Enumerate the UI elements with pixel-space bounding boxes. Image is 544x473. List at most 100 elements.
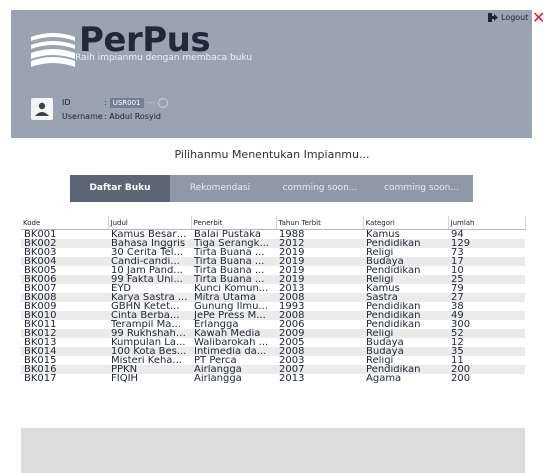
table-cell: Candi-candi...: [108, 257, 191, 266]
table-row[interactable]: BK007 EYD Kunci Komun... 2013 Kamus 79: [21, 284, 525, 293]
table-cell: 10 Jam Pand...: [108, 266, 191, 275]
user-icon: [31, 98, 53, 120]
id-label: ID: [62, 98, 71, 107]
table-row[interactable]: BK005 10 Jam Pand... Tirta Buana ... 2019 Pe…: [21, 266, 525, 275]
table-row[interactable]: BK012 99 Rukhshah ... Kawah Media 2009 Relig…: [21, 329, 525, 338]
table-cell: 12: [448, 338, 525, 347]
table-cell: Terampil Ma...: [108, 320, 191, 329]
table-cell: BK009: [21, 302, 108, 311]
table-cell: Intimedia da...: [191, 347, 276, 356]
table-cell: GBHN Ketet...: [108, 302, 191, 311]
table-cell: 11: [448, 356, 525, 365]
table-empty-area: [21, 428, 525, 473]
table-cell: Pendidikan: [363, 266, 448, 275]
table-cell: 73: [448, 248, 525, 257]
column-header-jumlah[interactable]: Jumlah: [448, 216, 526, 230]
eye-icon[interactable]: [158, 98, 169, 108]
table-cell: Kawah Media: [191, 329, 276, 338]
table-cell: BK006: [21, 275, 108, 284]
table-cell: 2008: [276, 311, 363, 320]
table-cell: Gunung Ilmu...: [191, 302, 276, 311]
table-cell: Misteri Keha...: [108, 356, 191, 365]
table-cell: Karya Sastra ...: [108, 293, 191, 302]
books-icon: [31, 33, 75, 67]
table-cell: 49: [448, 311, 525, 320]
table-cell: BK010: [21, 311, 108, 320]
table-cell: Budaya: [363, 347, 448, 356]
table-cell: Sastra: [363, 293, 448, 302]
tab-rekomendasi[interactable]: Rekomendasi: [170, 175, 270, 202]
table-cell: BK007: [21, 284, 108, 293]
table-cell: Tirta Buana ...: [191, 275, 276, 284]
table-cell: 27: [448, 293, 525, 302]
header-banner: PerPus Raih impianmu dengan membaca buku…: [11, 10, 544, 138]
table-row[interactable]: BK016 PPKN Airlangga 2007 Pendidikan 200: [21, 365, 525, 374]
table-row[interactable]: BK010 Cinta Berba... JePe Press M... 2008 Pe…: [21, 311, 525, 320]
table-cell: 2013: [276, 284, 363, 293]
table-row[interactable]: BK006 99 Fakta Uni... Tirta Buana ... 2019 R…: [21, 275, 525, 284]
tab-coming-soon-2[interactable]: comming soon...: [370, 175, 473, 202]
table-row[interactable]: BK002 Bahasa Inggris Tiga Serangk... 2012 Pe…: [21, 239, 525, 248]
table-cell: BK008: [21, 293, 108, 302]
table-row[interactable]: BK009 GBHN Ketet... Gunung Ilmu... 1993 Pend…: [21, 302, 525, 311]
column-header-tahun-terbit[interactable]: Tahun Terbit: [276, 216, 364, 230]
table-cell: Kamus: [363, 284, 448, 293]
table-cell: Agama: [363, 374, 448, 383]
table-cell: 94: [448, 229, 525, 239]
table-cell: BK015: [21, 356, 108, 365]
table-cell: 52: [448, 329, 525, 338]
table-cell: BK016: [21, 365, 108, 374]
table-cell: BK001: [21, 229, 108, 239]
table-cell: 79: [448, 284, 525, 293]
table-row[interactable]: BK011 Terampil Ma... Erlangga 2006 Pendidika…: [21, 320, 525, 329]
table-cell: Religi: [363, 248, 448, 257]
table-cell: 200: [448, 374, 525, 383]
column-header-judul[interactable]: Judul: [108, 216, 192, 230]
table-row[interactable]: BK001 Kamus Besar ... Balai Pustaka 1988 Kam…: [21, 229, 525, 239]
table-cell: Pendidikan: [363, 365, 448, 374]
table-cell: PPKN: [108, 365, 191, 374]
table-cell: Tiga Serangk...: [191, 239, 276, 248]
table-cell: 2007: [276, 365, 363, 374]
tagline: Pilihanmu Menentukan Impianmu...: [174, 148, 370, 161]
table-row[interactable]: BK017 FIQIH Airlangga 2013 Agama 200: [21, 374, 525, 383]
table-row[interactable]: BK008 Karya Sastra ... Mitra Utama 2008 Sast…: [21, 293, 525, 302]
table-row[interactable]: BK004 Candi-candi... Tirta Buana ... 2019 Bu…: [21, 257, 525, 266]
column-header-penerbit[interactable]: Penerbit: [191, 216, 277, 230]
table-cell: Bahasa Inggris: [108, 239, 191, 248]
table-row[interactable]: BK003 30 Cerita Tel... Tirta Buana ... 2019…: [21, 248, 525, 257]
table-cell: Budaya: [363, 338, 448, 347]
tab-daftar-buku[interactable]: Daftar Buku: [70, 175, 170, 202]
table-cell: Erlangga: [191, 320, 276, 329]
table-cell: BK003: [21, 248, 108, 257]
user-info: ID : USR001 --- Username : Abdul Rosyid: [62, 96, 169, 124]
column-header-kategori[interactable]: Kategori: [363, 216, 449, 230]
table-row[interactable]: BK014 100 Kota Bes... Intimedia da... 2008 B…: [21, 347, 525, 356]
table-cell: Walibarokah ...: [191, 338, 276, 347]
table-cell: 2013: [276, 374, 363, 383]
table-cell: 17: [448, 257, 525, 266]
column-header-kode[interactable]: Kode: [21, 216, 109, 230]
table-cell: 1993: [276, 302, 363, 311]
table-cell: Airlangga: [191, 374, 276, 383]
logout-button[interactable]: Logout: [488, 13, 528, 22]
table-cell: 30 Cerita Tel...: [108, 248, 191, 257]
id-value: USR001: [109, 98, 144, 108]
table-cell: Pendidikan: [363, 239, 448, 248]
table-row[interactable]: BK015 Misteri Keha... PT Perca 2003 Religi 11: [21, 356, 525, 365]
table-cell: BK014: [21, 347, 108, 356]
close-icon[interactable]: ✕: [532, 10, 544, 26]
table-cell: Religi: [363, 329, 448, 338]
table-cell: 2006: [276, 320, 363, 329]
table-cell: Tirta Buana ...: [191, 257, 276, 266]
table-row[interactable]: BK013 Kumpulan La... Walibarokah ... 2005 Bu…: [21, 338, 525, 347]
logout-icon: [488, 13, 498, 22]
table-cell: Budaya: [363, 257, 448, 266]
table-cell: Tirta Buana ...: [191, 248, 276, 257]
table-cell: JePe Press M...: [191, 311, 276, 320]
table-cell: BK005: [21, 266, 108, 275]
table-cell: 2019: [276, 275, 363, 284]
username-label: Username: [62, 112, 103, 121]
tab-coming-soon-1[interactable]: comming soon...: [270, 175, 370, 202]
table-cell: Religi: [363, 275, 448, 284]
